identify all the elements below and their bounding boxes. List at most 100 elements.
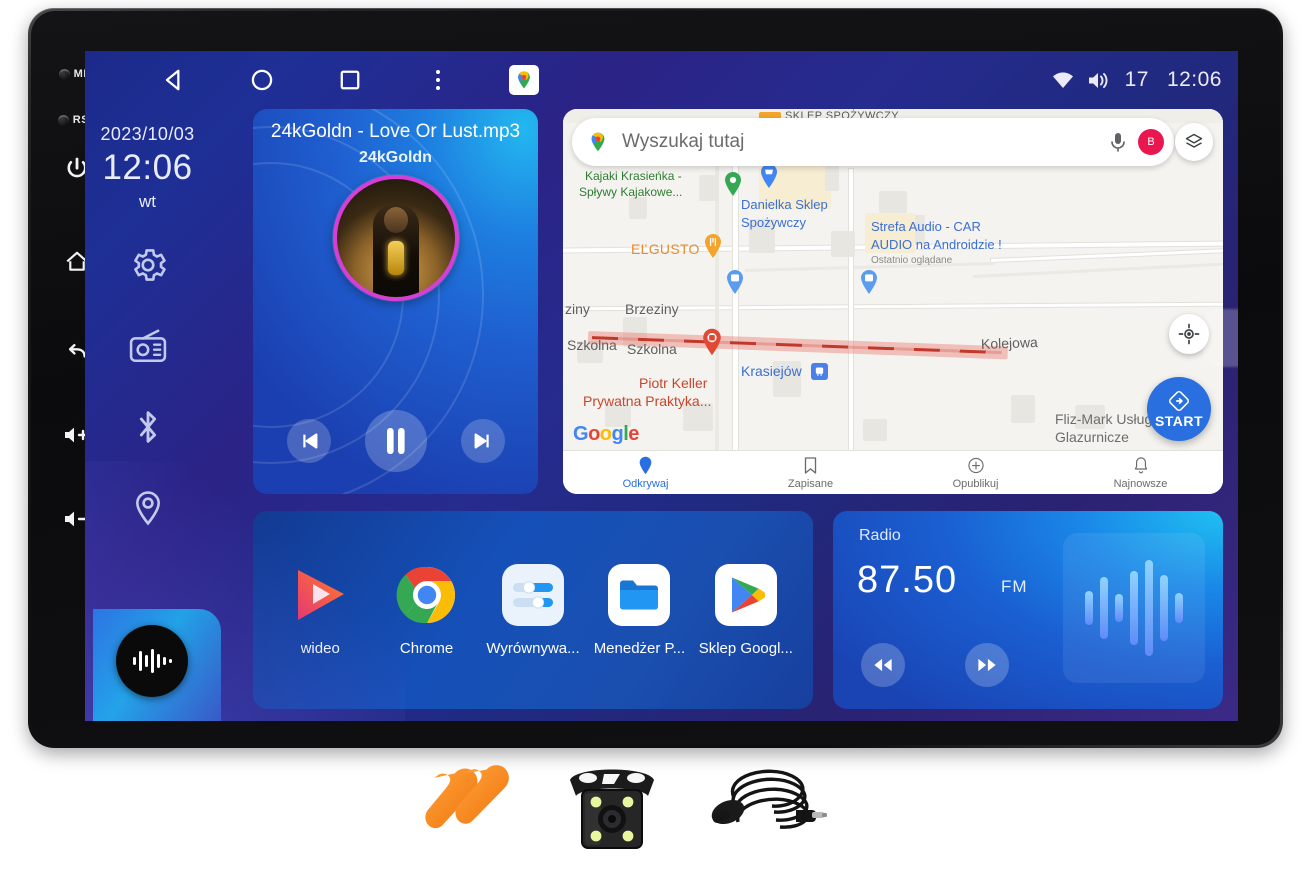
- nav-recents-button[interactable]: [333, 63, 367, 97]
- bookmark-icon: [804, 456, 817, 474]
- app-wyrownywanie[interactable]: Wyrównywa...: [480, 563, 586, 657]
- maps-shortcut-button[interactable]: [509, 65, 539, 95]
- road-kolejowa-b: [972, 262, 1223, 278]
- radio-seek-up-button[interactable]: [965, 643, 1009, 687]
- google-maps-icon: [518, 71, 530, 89]
- reset-pinhole[interactable]: [57, 114, 69, 126]
- app-menedzer-plikow[interactable]: Menedżer P...: [586, 563, 692, 657]
- album-art-chain: [387, 241, 404, 275]
- viz-bar: [1085, 591, 1093, 625]
- map-pin-restaurant[interactable]: [703, 233, 723, 259]
- map-nav-discover[interactable]: Odkrywaj: [563, 451, 728, 494]
- accessory-external-mic: [700, 754, 830, 869]
- viz-bar: [1160, 575, 1168, 641]
- map-label: Piotr Keller: [639, 375, 708, 391]
- wifi-icon: [1052, 72, 1073, 88]
- music-widget[interactable]: 24kGoldn - Love Or Lust.mp3 24kGoldn: [253, 109, 538, 494]
- rail-item-location[interactable]: [127, 487, 169, 534]
- radio-visualizer: [1063, 533, 1205, 683]
- nav-home-button[interactable]: [245, 63, 279, 97]
- plus-circle-icon: [967, 457, 984, 473]
- avatar[interactable]: B: [1138, 129, 1164, 155]
- status-clock: 12:06: [1166, 68, 1222, 91]
- map-label: Spływy Kajakowe...: [579, 185, 683, 199]
- road-vertical-center: [849, 169, 853, 493]
- map-pin-icon: [639, 456, 652, 474]
- map-pin-transit-b[interactable]: [859, 269, 879, 295]
- map-nav-saved[interactable]: Zapisane: [728, 451, 893, 494]
- layers-icon: [1185, 133, 1203, 148]
- track-title: 24kGoldn - Love Or Lust.mp3: [270, 121, 521, 142]
- weekday-text: wt: [139, 192, 156, 211]
- radio-seek-down-button[interactable]: [861, 643, 905, 687]
- head-unit-device: MIC RST: [28, 8, 1283, 748]
- screen-highlight-blob: [1203, 309, 1238, 367]
- app-chrome[interactable]: Chrome: [373, 564, 479, 657]
- rail-item-settings[interactable]: [127, 244, 169, 291]
- equalizer-icon: [502, 563, 565, 626]
- nav-back-button[interactable]: [157, 63, 191, 97]
- status-indicators: 17 12:06: [1051, 68, 1222, 92]
- map-pin-transit-a[interactable]: [725, 269, 745, 295]
- music-controls: [253, 410, 538, 472]
- play-pause-button[interactable]: [364, 410, 427, 472]
- map-bottom-nav: Odkrywaj Zapisane Opublikuj Najnowsze: [563, 450, 1223, 494]
- gear-icon: [133, 249, 166, 281]
- skip-next-icon: [474, 433, 489, 449]
- microphone-icon[interactable]: [1108, 131, 1128, 153]
- map-train-station-badge[interactable]: [811, 363, 828, 380]
- rewind-icon: [874, 658, 892, 672]
- map-search-input[interactable]: Wyszukaj tutaj: [622, 131, 1108, 153]
- map-pin-clinic[interactable]: [701, 327, 723, 357]
- accessory-pry-tools: [420, 760, 530, 851]
- radio-title: Radio: [859, 527, 901, 544]
- play-store-icon: [714, 563, 777, 626]
- map-layers-button[interactable]: [1175, 123, 1213, 161]
- map-search-bar[interactable]: Wyszukaj tutaj B: [572, 118, 1174, 166]
- map-nav-label: Opublikuj: [952, 477, 999, 490]
- maps-widget[interactable]: SKLEP SPOŻYWCZY Kajaki Krasieńka - Spływ…: [563, 109, 1223, 494]
- previous-track-button[interactable]: [286, 419, 331, 463]
- app-label: Wyrównywa...: [486, 639, 580, 657]
- apps-widget: wideo Chrome Wyrównywa... Menedżer P... …: [253, 511, 813, 709]
- viz-bar: [1115, 594, 1123, 622]
- map-label: ziny: [565, 301, 590, 317]
- circle-icon: [251, 69, 273, 91]
- album-art-face: [383, 207, 408, 233]
- bluetooth-icon: [139, 411, 156, 443]
- next-track-button[interactable]: [460, 419, 505, 463]
- viz-bar: [1175, 593, 1183, 623]
- app-label: Sklep Googl...: [698, 639, 793, 657]
- map-nav-label: Najnowsze: [1113, 477, 1168, 490]
- pause-icon: [386, 428, 405, 454]
- map-pin-green[interactable]: [723, 171, 743, 197]
- navigation-arrow-icon: [1168, 390, 1190, 411]
- building: [879, 191, 907, 213]
- app-wideo[interactable]: wideo: [267, 564, 373, 657]
- radio-icon: [129, 329, 166, 362]
- android-nav-bar: [157, 63, 539, 97]
- map-canvas[interactable]: SKLEP SPOŻYWCZY Kajaki Krasieńka - Spływ…: [563, 109, 1223, 494]
- map-label: Strefa Audio - CAR: [871, 219, 981, 234]
- map-pin-store[interactable]: [759, 163, 779, 189]
- triangle-left-icon: [165, 69, 180, 91]
- speaker-icon: [1088, 72, 1108, 88]
- app-label: wideo: [300, 639, 340, 657]
- app-sklep-google[interactable]: Sklep Googl...: [693, 563, 799, 657]
- map-label: Brzeziny: [625, 301, 679, 317]
- map-nav-latest[interactable]: Najnowsze: [1058, 451, 1223, 494]
- waveform-icon: [133, 649, 172, 673]
- rail-music-button[interactable]: [116, 625, 188, 697]
- mic-led-dot: [58, 68, 70, 80]
- date-text: 2023/10/03: [100, 124, 195, 144]
- nav-overflow-button[interactable]: [421, 63, 455, 97]
- building: [863, 419, 887, 441]
- rail-item-bluetooth[interactable]: [128, 406, 168, 453]
- location-pin-icon: [135, 491, 160, 526]
- map-label: Spożywczy: [741, 215, 807, 230]
- map-start-navigation-button[interactable]: START: [1147, 377, 1211, 441]
- radio-widget[interactable]: Radio 87.50 FM: [833, 511, 1223, 709]
- video-play-icon: [289, 564, 351, 626]
- map-nav-publish[interactable]: Opublikuj: [893, 451, 1058, 494]
- rail-item-radio[interactable]: [126, 325, 170, 372]
